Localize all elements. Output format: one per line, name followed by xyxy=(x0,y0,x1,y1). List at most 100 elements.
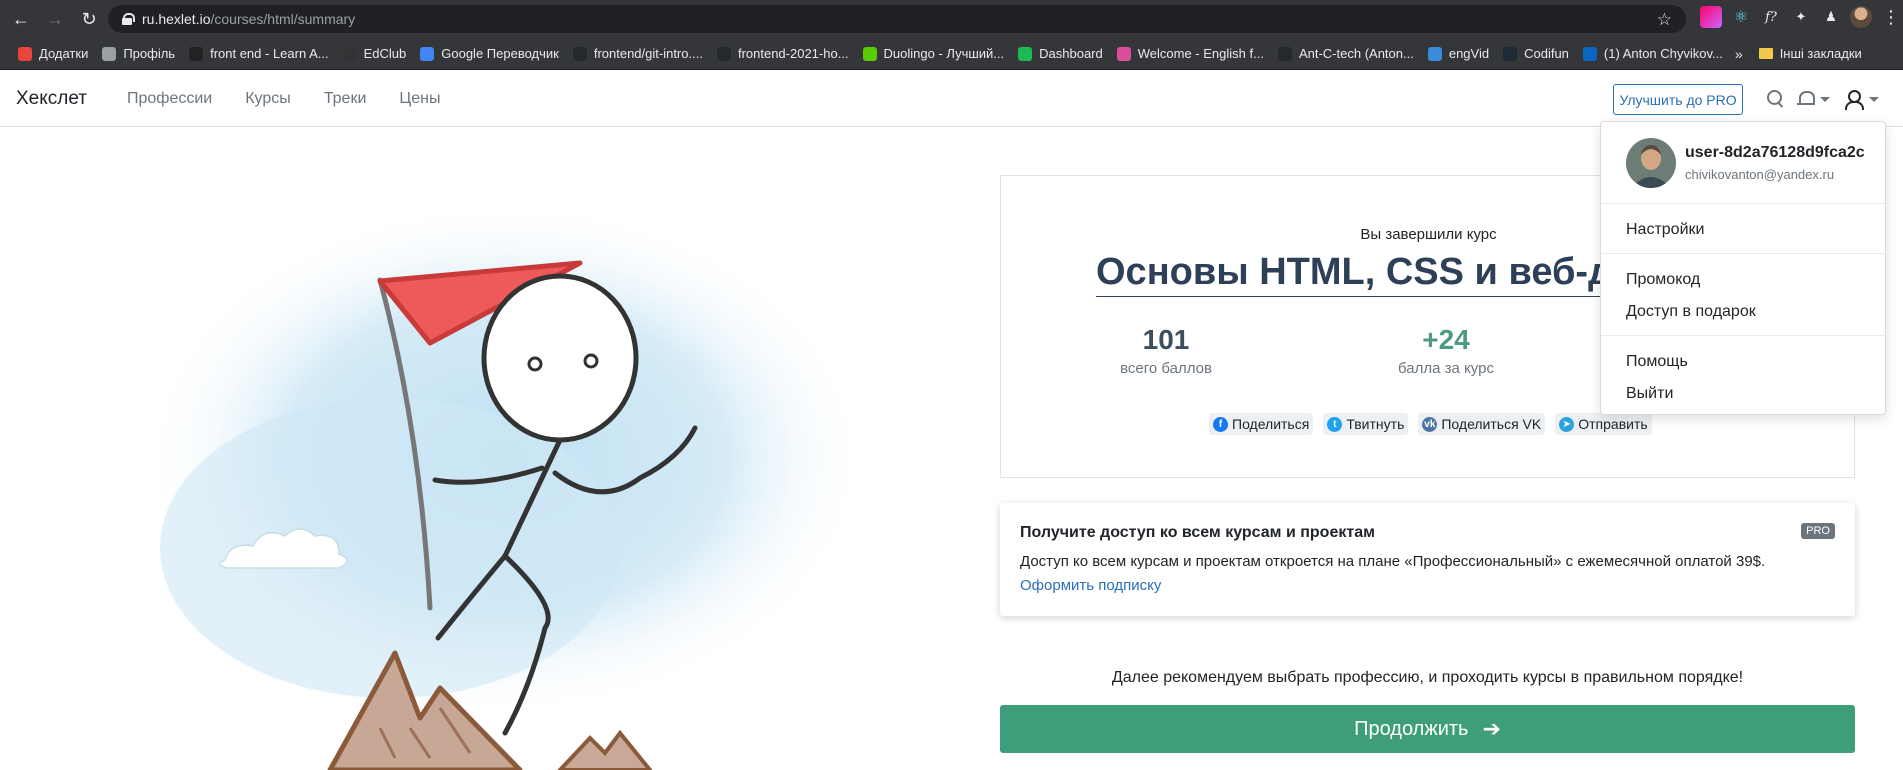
stat-total-points: 101 всего баллов xyxy=(1096,324,1236,377)
user-caret-icon[interactable] xyxy=(1869,97,1879,102)
notifications-caret-icon[interactable] xyxy=(1820,97,1830,102)
browser-toolbar: ← → ↻ ru.hexlet.io/courses/html/summary … xyxy=(0,0,1903,38)
bookmark-label: frontend-2021-ho... xyxy=(737,46,849,61)
stat-total-value: 101 xyxy=(1142,324,1190,355)
vk-icon: vk xyxy=(1422,416,1438,432)
profile-person-icon[interactable]: ♟ xyxy=(1820,6,1842,28)
bookmark-item[interactable]: Ant-C-tech (Anton... xyxy=(1272,41,1422,67)
bookmark-favicon-icon xyxy=(1427,46,1442,61)
react-devtools-icon[interactable]: ⚛ xyxy=(1730,6,1752,28)
bookmark-label: Додатки xyxy=(39,46,89,61)
browser-menu-icon[interactable]: ⋮ xyxy=(1880,6,1902,28)
pro-offer-card: Получите доступ ко всем курсам и проекта… xyxy=(1000,503,1855,616)
bookmark-item[interactable]: EdClub xyxy=(337,41,415,67)
bookmark-label: Профіль xyxy=(123,46,176,61)
user-name: user-8d2a76128d9fca2c xyxy=(1685,144,1865,161)
bookmark-favicon-icon xyxy=(716,46,731,61)
bookmark-favicon-icon xyxy=(102,46,117,61)
menu-item-gift-access[interactable]: Доступ в подарок xyxy=(1626,303,1756,321)
bookmark-item[interactable]: Профіль xyxy=(96,41,183,67)
extension-gradient-icon[interactable] xyxy=(1700,6,1722,28)
share-button[interactable]: t Твитнуть xyxy=(1323,413,1409,435)
bookmark-favicon-icon xyxy=(18,46,32,61)
sky-splash xyxy=(160,398,620,698)
bookmark-label: EdClub xyxy=(363,46,407,61)
stat-course-label: балла за курс xyxy=(1398,360,1494,377)
continue-button-label: Продолжить xyxy=(1354,717,1469,740)
bookmark-item[interactable]: Duolingo - Лучший... xyxy=(857,41,1013,67)
function-extension-icon[interactable]: f? xyxy=(1760,6,1782,28)
continue-button[interactable]: Продолжить ➔ xyxy=(1000,705,1855,753)
share-label: Поделиться VK xyxy=(1441,416,1542,432)
upgrade-pro-button[interactable]: Улучшить до PRO xyxy=(1613,84,1743,115)
bookmark-item[interactable]: Dashboard xyxy=(1012,41,1111,67)
course-complete-illustration xyxy=(0,128,1000,770)
bookmark-item[interactable]: (1) Anton Chyvikov... xyxy=(1577,41,1731,67)
search-icon[interactable] xyxy=(1765,88,1787,110)
bookmark-label: (1) Anton Chyvikov... xyxy=(1603,46,1723,61)
bookmark-item[interactable]: frontend/git-intro.... xyxy=(567,41,711,67)
bookmark-item[interactable]: Welcome - English f... xyxy=(1111,41,1272,67)
bookmark-favicon-icon xyxy=(1116,46,1131,61)
bell-icon[interactable] xyxy=(1795,88,1817,110)
bookmark-label: Dashboard xyxy=(1039,46,1103,61)
nav-prices[interactable]: Цены xyxy=(399,90,440,108)
back-icon[interactable]: ← xyxy=(8,6,34,32)
menu-divider xyxy=(1601,335,1885,336)
nav-tracks[interactable]: Треки xyxy=(324,90,367,108)
forward-icon[interactable]: → xyxy=(42,6,68,32)
bookmark-favicon-icon xyxy=(862,46,877,61)
bookmark-favicon-icon xyxy=(342,46,357,61)
bookmark-label: Codifun xyxy=(1524,46,1569,61)
share-button[interactable]: vk Поделиться VK xyxy=(1418,413,1546,435)
nav-professions[interactable]: Профессии xyxy=(127,90,212,108)
share-label: Твитнуть xyxy=(1346,416,1405,432)
bookmarks-overflow-icon[interactable]: » xyxy=(1735,46,1743,62)
puzzle-extensions-icon[interactable]: ✦ xyxy=(1790,6,1812,28)
bookmark-item[interactable]: front end - Learn A... xyxy=(183,41,337,67)
bookmark-item[interactable]: Codifun xyxy=(1497,41,1577,67)
bookmark-item[interactable]: Google Переводчик xyxy=(414,41,567,67)
bookmark-label: engVid xyxy=(1448,46,1490,61)
url-path: /courses/html/summary xyxy=(210,11,356,27)
subscribe-link[interactable]: Оформить подписку xyxy=(1020,577,1161,594)
main-nav: Профессии Курсы Треки Цены xyxy=(127,90,440,108)
recommendation-text: Далее рекомендуем выбрать профессию, и п… xyxy=(1111,669,1744,686)
bookmark-item[interactable]: Додатки xyxy=(12,41,96,67)
bookmark-item[interactable]: engVid xyxy=(1422,41,1497,67)
user-email: chivikovanton@yandex.ru xyxy=(1685,167,1835,182)
arrow-right-icon: ➔ xyxy=(1482,716,1501,741)
bookmark-label: front end - Learn A... xyxy=(210,46,329,61)
twitter-icon: t xyxy=(1327,416,1343,432)
user-icon[interactable] xyxy=(1842,88,1864,110)
bookmark-item[interactable]: frontend-2021-ho... xyxy=(711,41,857,67)
bookmark-star-icon[interactable]: ☆ xyxy=(1657,10,1672,30)
telegram-icon: ➤ xyxy=(1559,416,1575,432)
bookmarks-bar: Додатки Профіль front end - Learn A... EdCl… xyxy=(0,38,1903,70)
other-bookmarks-folder[interactable]: Інші закладки xyxy=(1753,41,1870,67)
bookmark-favicon-icon xyxy=(1503,46,1518,61)
stat-course-points: +24 балла за курс xyxy=(1376,324,1516,377)
share-label: Отправить xyxy=(1578,416,1648,432)
menu-item-help[interactable]: Помощь xyxy=(1626,353,1688,371)
share-button[interactable]: ➤ Отправить xyxy=(1555,413,1652,435)
menu-divider xyxy=(1601,203,1885,204)
pro-offer-title: Получите доступ ко всем курсам и проекта… xyxy=(1020,524,1375,541)
share-buttons: f Поделиться t Твитнуть vk Поделиться VK ➤ Отпр… xyxy=(1209,413,1652,435)
bookmark-favicon-icon xyxy=(1277,46,1292,61)
address-bar[interactable]: ru.hexlet.io/courses/html/summary ☆ xyxy=(108,5,1686,33)
share-button[interactable]: f Поделиться xyxy=(1209,413,1314,435)
menu-item-settings[interactable]: Настройки xyxy=(1626,221,1704,239)
other-bookmarks-label: Інші закладки xyxy=(1779,46,1862,61)
reload-icon[interactable]: ↻ xyxy=(76,6,102,32)
share-label: Поделиться xyxy=(1232,416,1310,432)
nav-courses[interactable]: Курсы xyxy=(245,90,291,108)
stat-total-label: всего баллов xyxy=(1120,360,1212,377)
bookmark-favicon-icon xyxy=(420,46,435,61)
extensions-area: ⚛ f? ✦ ♟ ⋮ xyxy=(1700,6,1902,28)
menu-item-logout[interactable]: Выйти xyxy=(1626,385,1673,403)
brand-logo[interactable]: Хекслет xyxy=(16,88,87,110)
menu-item-promocode[interactable]: Промокод xyxy=(1626,271,1700,289)
stat-course-value: +24 xyxy=(1422,324,1470,355)
browser-profile-avatar[interactable] xyxy=(1850,6,1872,28)
